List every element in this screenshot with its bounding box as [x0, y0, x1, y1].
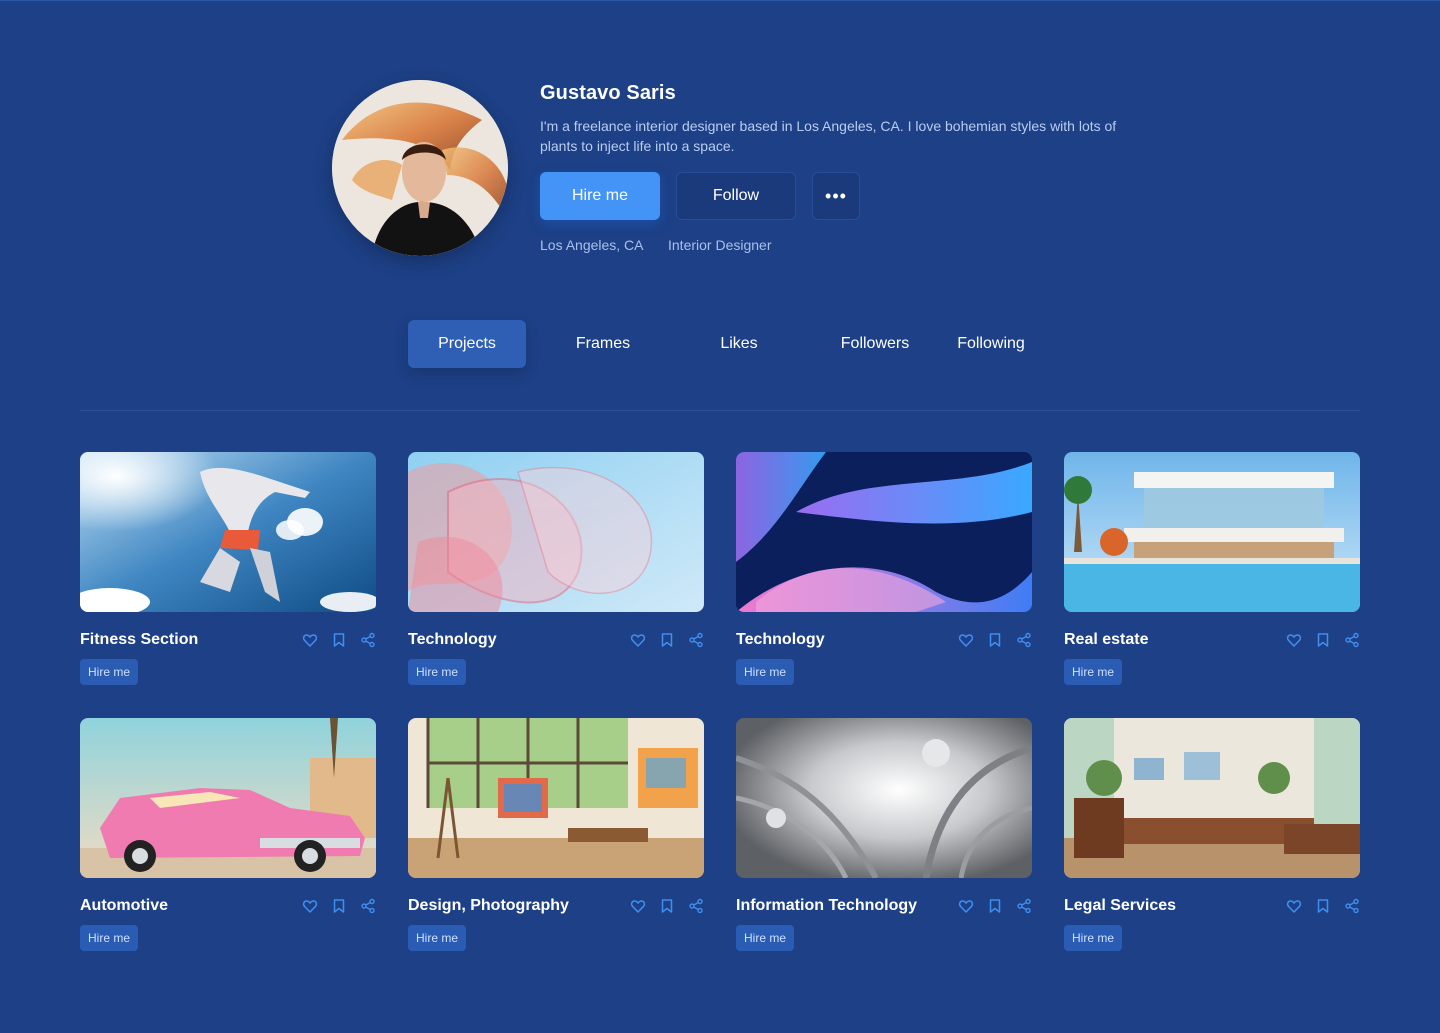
tab-followers[interactable]: Followers — [816, 320, 934, 368]
project-thumbnail[interactable] — [408, 718, 704, 878]
bookmark-icon[interactable] — [987, 898, 1003, 914]
share-icon[interactable] — [1344, 632, 1360, 648]
share-icon[interactable] — [360, 898, 376, 914]
project-thumbnail[interactable] — [736, 452, 1032, 612]
more-dots-icon: ••• — [825, 185, 847, 206]
project-title: Fitness Section — [80, 631, 199, 648]
profile-name: Gustavo Saris — [540, 82, 676, 104]
project-thumbnail[interactable] — [1064, 718, 1360, 878]
project-thumbnail[interactable] — [1064, 452, 1360, 612]
tab-following[interactable]: Following — [932, 320, 1050, 368]
project-title: Technology — [736, 631, 825, 648]
bookmark-icon[interactable] — [1315, 898, 1331, 914]
project-title: Automotive — [80, 897, 168, 914]
project-title: Information Technology — [736, 897, 918, 914]
hire-me-tag[interactable]: Hire me — [1064, 925, 1123, 951]
heart-icon[interactable] — [958, 632, 974, 648]
bookmark-icon[interactable] — [659, 632, 675, 648]
tab-likes[interactable]: Likes — [680, 320, 798, 368]
project-card[interactable]: Design, Photography Hire me — [408, 718, 704, 958]
profile-role: Interior Designer — [668, 237, 772, 253]
tab-frames[interactable]: Frames — [544, 320, 662, 368]
project-thumbnail[interactable] — [408, 452, 704, 612]
project-card[interactable]: Fitness Section Hire me — [80, 452, 376, 692]
hire-me-button[interactable]: Hire me — [540, 172, 660, 220]
follow-button[interactable]: Follow — [676, 172, 796, 220]
share-icon[interactable] — [688, 898, 704, 914]
share-icon[interactable] — [360, 632, 376, 648]
hire-me-tag[interactable]: Hire me — [80, 925, 139, 951]
hire-me-tag[interactable]: Hire me — [408, 659, 467, 685]
heart-icon[interactable] — [958, 898, 974, 914]
heart-icon[interactable] — [302, 632, 318, 648]
avatar — [332, 80, 508, 256]
project-thumbnail[interactable] — [736, 718, 1032, 878]
share-icon[interactable] — [1016, 632, 1032, 648]
project-card[interactable]: Technology Hire me — [736, 452, 1032, 692]
heart-icon[interactable] — [1286, 898, 1302, 914]
top-border — [0, 0, 1440, 1]
bookmark-icon[interactable] — [331, 898, 347, 914]
hire-me-tag[interactable]: Hire me — [80, 659, 139, 685]
share-icon[interactable] — [1016, 898, 1032, 914]
section-divider — [80, 410, 1360, 411]
hire-me-tag[interactable]: Hire me — [1064, 659, 1123, 685]
bookmark-icon[interactable] — [1315, 632, 1331, 648]
hire-me-tag[interactable]: Hire me — [408, 925, 467, 951]
project-card[interactable]: Automotive Hire me — [80, 718, 376, 958]
bookmark-icon[interactable] — [987, 632, 1003, 648]
profile-bio: I'm a freelance interior designer based … — [540, 118, 1117, 154]
project-card[interactable]: Information Technology Hire me — [736, 718, 1032, 958]
bookmark-icon[interactable] — [331, 632, 347, 648]
project-thumbnail[interactable] — [80, 718, 376, 878]
tab-projects[interactable]: Projects — [408, 320, 526, 368]
heart-icon[interactable] — [302, 898, 318, 914]
project-title: Legal Services — [1064, 897, 1177, 914]
project-card[interactable]: Real estate Hire me — [1064, 452, 1360, 692]
profile-location: Los Angeles, CA — [540, 237, 644, 253]
project-thumbnail[interactable] — [80, 452, 376, 612]
share-icon[interactable] — [1344, 898, 1360, 914]
heart-icon[interactable] — [630, 898, 646, 914]
heart-icon[interactable] — [630, 632, 646, 648]
heart-icon[interactable] — [1286, 632, 1302, 648]
project-title: Design, Photography — [408, 897, 569, 914]
hire-me-tag[interactable]: Hire me — [736, 659, 795, 685]
project-title: Technology — [408, 631, 497, 648]
project-title: Real estate — [1064, 631, 1149, 648]
share-icon[interactable] — [688, 632, 704, 648]
project-card[interactable]: Legal Services Hire me — [1064, 718, 1360, 958]
more-options-button[interactable]: ••• — [812, 172, 860, 220]
bookmark-icon[interactable] — [659, 898, 675, 914]
hire-me-tag[interactable]: Hire me — [736, 925, 795, 951]
project-card[interactable]: Technology Hire me — [408, 452, 704, 692]
